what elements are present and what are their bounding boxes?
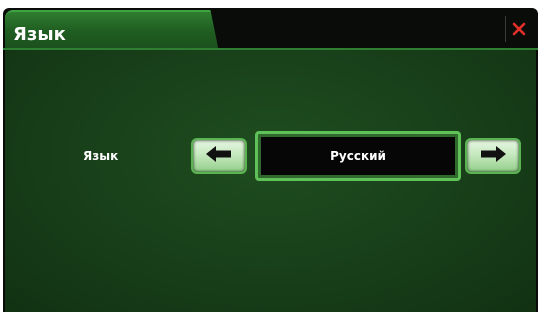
window-title: Язык	[13, 24, 66, 45]
close-icon	[512, 22, 526, 36]
language-window: Язык Язык Русский	[3, 8, 538, 312]
previous-language-button[interactable]	[191, 138, 247, 174]
arrow-left-icon	[204, 145, 234, 167]
next-language-button[interactable]	[465, 138, 521, 174]
settings-panel: Язык Русский	[5, 50, 536, 312]
title-tab: Язык	[5, 10, 219, 52]
arrow-right-icon	[478, 145, 508, 167]
language-value-box: Русский	[255, 131, 461, 181]
language-label: Язык	[83, 149, 119, 163]
language-value: Русский	[261, 137, 455, 175]
close-button[interactable]	[505, 16, 532, 42]
